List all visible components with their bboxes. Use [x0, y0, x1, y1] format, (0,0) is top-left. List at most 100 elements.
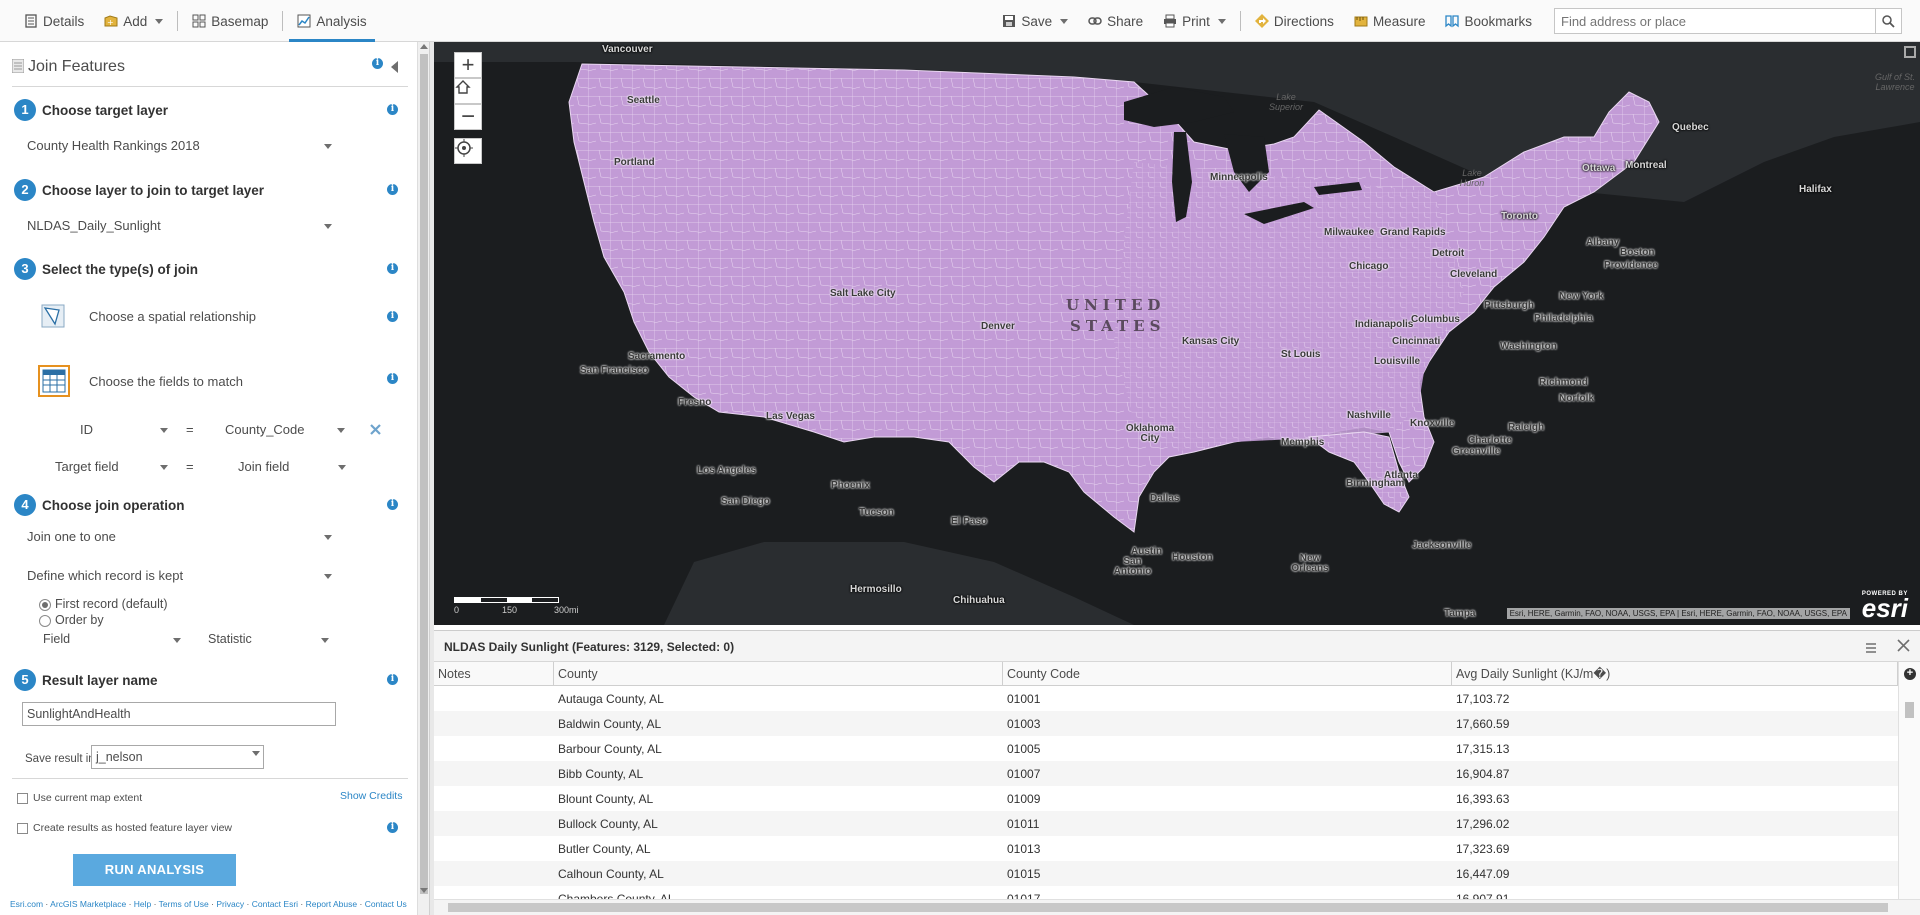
measure-button[interactable]: Measure [1346, 0, 1434, 42]
target-field-select[interactable]: ID [80, 422, 170, 442]
join-field-placeholder: Join field [238, 459, 290, 474]
footer-link[interactable]: Help [134, 899, 151, 909]
scrollbar-thumb[interactable] [420, 54, 428, 894]
chevron-down-icon [338, 465, 346, 470]
hosted-view-checkbox[interactable] [17, 823, 28, 834]
city-label: Denver [981, 321, 1015, 332]
scroll-up-icon[interactable] [420, 44, 428, 49]
new-target-field-select[interactable]: Target field [55, 459, 170, 479]
result-name-input[interactable]: SunlightAndHealth [22, 702, 336, 726]
match-fields-option[interactable]: Choose the fields to match [38, 365, 338, 397]
footer-link[interactable]: Contact Esri [252, 899, 298, 909]
table-row[interactable]: Autauga County, AL 01001 17,103.72 [434, 686, 1898, 711]
divider [1239, 11, 1241, 31]
join-layer-value: NLDAS_Daily_Sunlight [27, 218, 161, 233]
table-cell: 17,323.69 [1456, 841, 1510, 856]
table-row[interactable]: Bibb County, AL 01007 16,904.87 [434, 761, 1898, 786]
close-table-button[interactable] [1897, 636, 1910, 657]
info-icon[interactable]: i [372, 58, 383, 69]
column-header[interactable]: Avg Daily Sunlight (KJ/m�) [1452, 662, 1898, 685]
analysis-button[interactable]: Analysis [289, 0, 375, 42]
info-icon[interactable]: i [387, 373, 398, 384]
info-icon[interactable]: i [387, 184, 398, 195]
order-field-select[interactable]: Field [43, 632, 183, 652]
remove-match-button[interactable] [369, 423, 382, 436]
join-layer-dropdown[interactable]: NLDAS_Daily_Sunlight [27, 218, 337, 238]
table-row[interactable]: Chambers County, AL 01017 16,907.91 [434, 886, 1898, 901]
divider [12, 778, 408, 779]
fullscreen-icon[interactable] [1904, 46, 1916, 58]
share-link-icon [1088, 17, 1102, 25]
zoom-out-button[interactable]: − [454, 103, 482, 130]
save-button[interactable]: Save [994, 0, 1076, 42]
city-label: Sacramento [628, 351, 686, 362]
first-record-radio[interactable] [39, 599, 51, 611]
use-extent-checkbox[interactable] [17, 793, 28, 804]
info-icon[interactable]: i [387, 104, 398, 115]
table-options-button[interactable] [1866, 640, 1876, 656]
directions-button[interactable]: Directions [1247, 0, 1342, 42]
join-field-select[interactable]: County_Code [225, 422, 350, 442]
share-button[interactable]: Share [1080, 0, 1151, 42]
scrollbar-thumb[interactable] [1905, 702, 1914, 718]
table-row[interactable]: Bullock County, AL 01011 17,296.02 [434, 811, 1898, 836]
order-by-radio[interactable] [39, 615, 51, 627]
record-kept-dropdown[interactable]: Define which record is kept [27, 568, 337, 588]
column-header[interactable]: County Code [1003, 662, 1452, 685]
chevron-down-icon [324, 144, 332, 149]
city-label: Greenville [1452, 446, 1501, 457]
info-icon[interactable]: i [387, 822, 398, 833]
table-row[interactable]: Butler County, AL 01013 17,323.69 [434, 836, 1898, 861]
order-statistic-select[interactable]: Statistic [208, 632, 338, 652]
details-button[interactable]: Details [16, 0, 92, 42]
print-button[interactable]: Print [1155, 0, 1234, 42]
info-icon[interactable]: i [387, 311, 398, 322]
info-icon[interactable]: i [387, 499, 398, 510]
table-row[interactable]: Blount County, AL 01009 16,393.63 [434, 786, 1898, 811]
table-horizontal-scrollbar[interactable] [434, 899, 1920, 915]
collapse-panel-icon[interactable] [391, 61, 398, 73]
footer-link[interactable]: Privacy [216, 899, 244, 909]
footer-link[interactable]: Terms of Use [159, 899, 209, 909]
target-layer-dropdown[interactable]: County Health Rankings 2018 [27, 138, 337, 158]
add-column-icon[interactable]: + [1904, 668, 1916, 680]
new-join-field-select[interactable]: Join field [238, 459, 353, 479]
search-button[interactable] [1875, 9, 1901, 33]
table-row[interactable]: Baldwin County, AL 01003 17,660.59 [434, 711, 1898, 736]
zoom-in-button[interactable]: + [454, 52, 482, 78]
run-analysis-button[interactable]: RUN ANALYSIS [73, 854, 236, 886]
scrollbar-thumb[interactable] [448, 903, 1888, 912]
map-view[interactable]: + − UNITED STATES Seattle Portland Minne… [434, 42, 1920, 625]
table-row[interactable]: Barbour County, AL 01005 17,315.13 [434, 736, 1898, 761]
footer-link[interactable]: Contact Us [365, 899, 407, 909]
table-cell: 01005 [1007, 741, 1041, 756]
footer-link[interactable]: ArcGIS Marketplace [50, 899, 126, 909]
bookmarks-button[interactable]: Bookmarks [1437, 0, 1540, 42]
add-button[interactable]: + Add [96, 0, 171, 42]
step-3-label: Select the type(s) of join [42, 262, 199, 277]
locate-button[interactable] [454, 138, 482, 164]
join-operation-dropdown[interactable]: Join one to one [27, 529, 337, 549]
table-row[interactable]: Calhoun County, AL 01015 16,447.09 [434, 861, 1898, 886]
scroll-down-icon[interactable] [420, 888, 428, 893]
info-icon[interactable]: i [387, 263, 398, 274]
spatial-relationship-option[interactable]: Choose a spatial relationship [40, 304, 340, 330]
city-label: Milwaukee [1324, 227, 1375, 238]
save-folder-select[interactable]: j_nelson [91, 745, 264, 769]
column-header[interactable]: County [554, 662, 1003, 685]
city-label: Charlotte [1468, 435, 1512, 446]
chevron-down-icon [160, 465, 168, 470]
basemap-button[interactable]: Basemap [184, 0, 276, 42]
search-input[interactable] [1555, 9, 1875, 33]
footer-link[interactable]: Esri.com [10, 899, 43, 909]
footer-link[interactable]: Report Abuse [306, 899, 358, 909]
table-vertical-scrollbar[interactable]: + [1898, 662, 1920, 900]
table-header-bar: NLDAS Daily Sunlight (Features: 3129, Se… [434, 631, 1920, 662]
column-header[interactable]: Notes [434, 662, 554, 685]
show-credits-link[interactable]: Show Credits [340, 790, 402, 802]
add-label: Add [123, 13, 148, 29]
home-button[interactable] [454, 78, 482, 104]
panel-scrollbar[interactable] [417, 42, 429, 915]
info-icon[interactable]: i [387, 674, 398, 685]
step-number: 2 [14, 179, 36, 201]
